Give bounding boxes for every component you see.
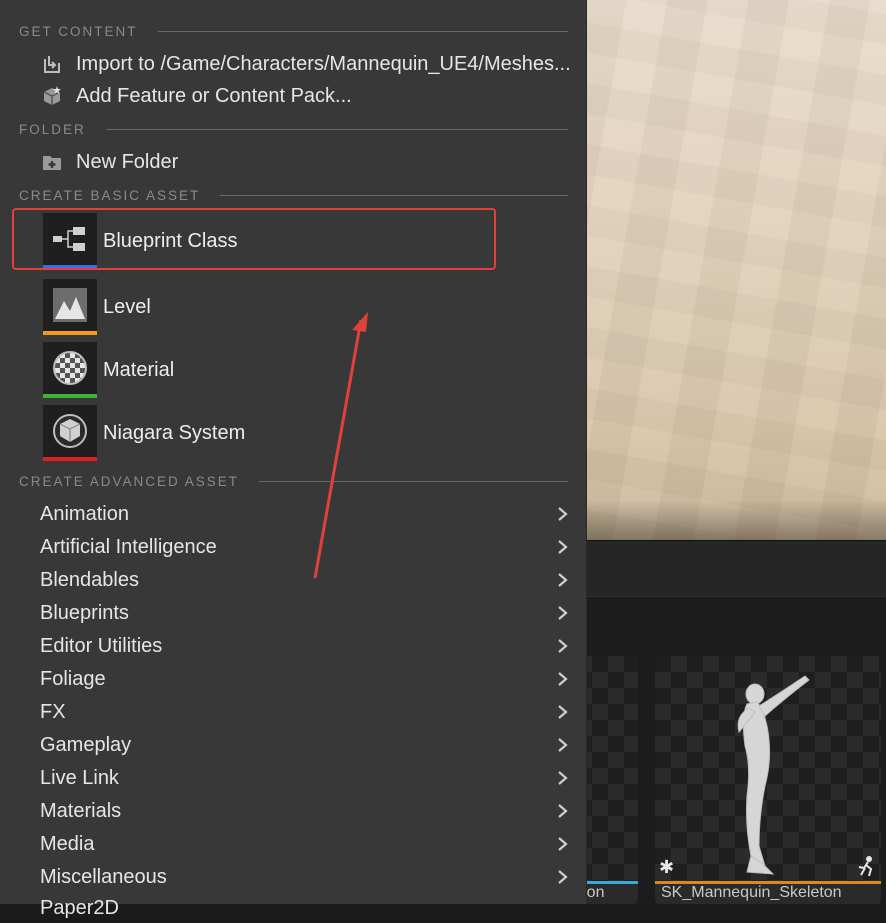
- asset-color-bar: [43, 331, 97, 335]
- section-divider: [105, 128, 568, 130]
- chevron-right-icon: [558, 738, 568, 752]
- new-folder-menu-item[interactable]: New Folder: [40, 147, 586, 177]
- asset-label: Material: [103, 358, 175, 381]
- asset-label: Level: [103, 295, 151, 318]
- submenu-label: Gameplay: [40, 733, 132, 756]
- chevron-right-icon: [558, 573, 568, 587]
- submenu-foliage[interactable]: Foliage: [40, 664, 580, 694]
- submenu-label: Materials: [40, 799, 122, 822]
- submenu-label: Blueprints: [40, 601, 129, 624]
- add-asset-context-menu: GET CONTENT Import to /Game/Characters/M…: [0, 0, 587, 919]
- chevron-right-icon: [558, 804, 568, 818]
- import-menu-item[interactable]: Import to /Game/Characters/Mannequin_UE4…: [40, 49, 586, 79]
- submenu-materials[interactable]: Materials: [40, 796, 580, 826]
- add-feature-pack-menu-item[interactable]: Add Feature or Content Pack...: [40, 81, 586, 111]
- section-get-content: GET CONTENT: [19, 22, 568, 40]
- level-icon: [53, 288, 87, 322]
- menu-item-label: Add Feature or Content Pack...: [76, 84, 352, 107]
- asset-label: SK_Mannequin_Skeleton: [661, 884, 842, 901]
- submenu-label: Editor Utilities: [40, 634, 163, 657]
- import-icon: [40, 52, 64, 76]
- content-browser-toolbar: [586, 540, 886, 597]
- chevron-right-icon: [558, 705, 568, 719]
- submenu-editor-utilities[interactable]: Editor Utilities: [40, 631, 580, 661]
- submenu-blueprints[interactable]: Blueprints: [40, 598, 580, 628]
- chevron-right-icon: [558, 837, 568, 851]
- submenu-paper2d[interactable]: Paper2D: [40, 893, 580, 923]
- level-viewport[interactable]: [586, 0, 886, 540]
- submenu-label: Paper2D: [40, 896, 119, 919]
- viewport-shadow: [586, 500, 886, 540]
- highlight-box: [12, 208, 496, 270]
- submenu-label: Live Link: [40, 766, 119, 789]
- section-title: FOLDER: [19, 121, 86, 137]
- submenu-label: FX: [40, 700, 66, 723]
- asterisk-icon: ✱: [659, 857, 675, 877]
- submenu-miscellaneous[interactable]: Miscellaneous: [40, 862, 580, 892]
- submenu-label: Miscellaneous: [40, 865, 167, 888]
- chevron-right-icon: [558, 507, 568, 521]
- menu-item-label: Import to /Game/Characters/Mannequin_UE4…: [76, 52, 571, 75]
- submenu-label: Artificial Intelligence: [40, 535, 217, 558]
- submenu-gameplay[interactable]: Gameplay: [40, 730, 580, 760]
- section-folder: FOLDER: [19, 120, 568, 138]
- niagara-icon: [53, 414, 87, 448]
- section-create-basic-asset: CREATE BASIC ASSET: [19, 186, 568, 204]
- section-create-advanced-asset: CREATE ADVANCED ASSET: [19, 472, 568, 490]
- section-divider: [157, 30, 568, 32]
- section-title: GET CONTENT: [19, 23, 138, 39]
- chevron-right-icon: [558, 639, 568, 653]
- asset-label: Niagara System: [103, 421, 246, 444]
- asset-card-sk-mannequin-skeleton[interactable]: ✱ SK_Mannequin_Skeleton: [655, 656, 881, 904]
- material-icon: [53, 351, 87, 385]
- section-divider: [220, 194, 568, 196]
- submenu-animation[interactable]: Animation: [40, 499, 580, 529]
- section-title: CREATE ADVANCED ASSET: [19, 473, 240, 489]
- submenu-label: Blendables: [40, 568, 139, 591]
- chevron-right-icon: [558, 771, 568, 785]
- submenu-blendables[interactable]: Blendables: [40, 565, 580, 595]
- niagara-system-item[interactable]: Niagara System: [43, 405, 245, 461]
- submenu-label: Foliage: [40, 667, 106, 690]
- chevron-right-icon: [558, 672, 568, 686]
- section-divider: [259, 480, 568, 482]
- submenu-live-link[interactable]: Live Link: [40, 763, 580, 793]
- submenu-label: Animation: [40, 502, 129, 525]
- asset-thumbnail: [43, 405, 97, 461]
- mannequin-figure-icon: [737, 675, 810, 875]
- submenu-media[interactable]: Media: [40, 829, 580, 859]
- asset-color-bar: [43, 457, 97, 461]
- skeleton-run-icon: [858, 856, 873, 877]
- new-folder-icon: [40, 150, 64, 174]
- section-title: CREATE BASIC ASSET: [19, 187, 201, 203]
- material-item[interactable]: Material: [43, 342, 174, 398]
- asset-color-bar: [43, 394, 97, 398]
- submenu-label: Media: [40, 832, 95, 855]
- chevron-right-icon: [558, 540, 568, 554]
- menu-item-label: New Folder: [76, 150, 179, 173]
- chevron-right-icon: [558, 870, 568, 884]
- submenu-fx[interactable]: FX: [40, 697, 580, 727]
- asset-thumbnail: [43, 342, 97, 398]
- asset-thumbnail: [43, 279, 97, 335]
- chevron-right-icon: [558, 606, 568, 620]
- level-item[interactable]: Level: [43, 279, 151, 335]
- content-pack-icon: [40, 84, 64, 108]
- floor-texture: [586, 0, 886, 540]
- submenu-artificial-intelligence[interactable]: Artificial Intelligence: [40, 532, 580, 562]
